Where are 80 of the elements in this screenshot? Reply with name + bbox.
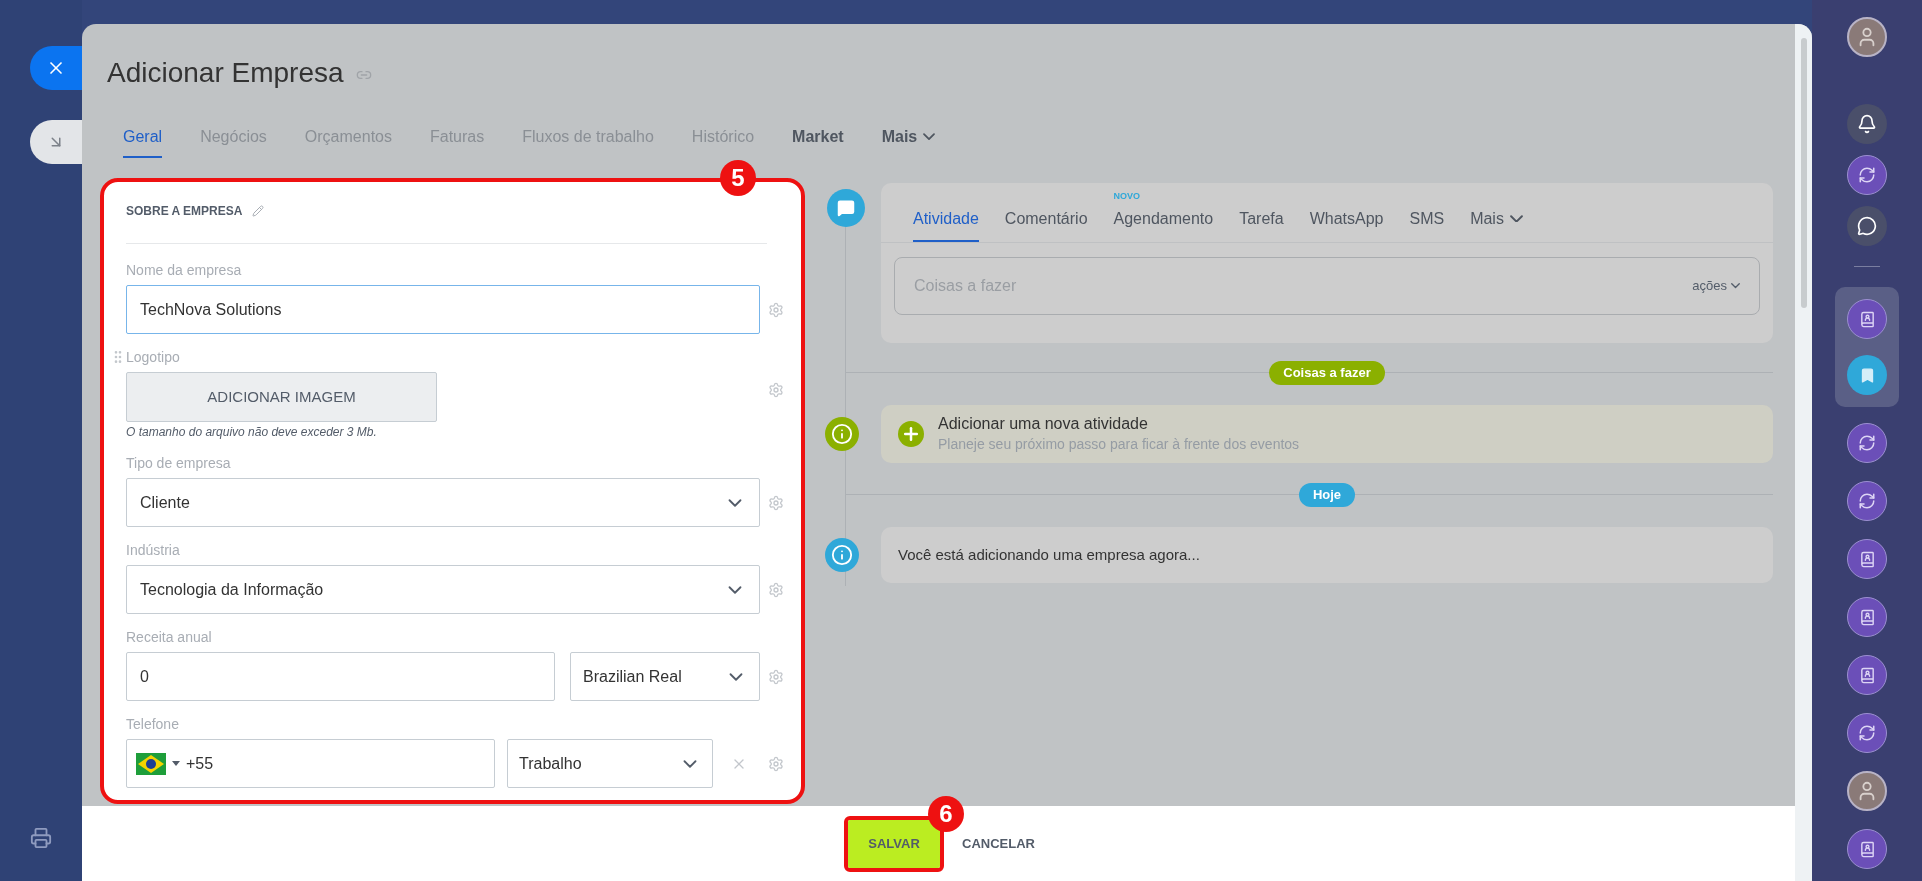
notifications-button[interactable] bbox=[1847, 104, 1887, 144]
contact-book-icon bbox=[1858, 840, 1876, 858]
save-button[interactable]: SALVAR bbox=[848, 819, 940, 868]
avatar[interactable] bbox=[1847, 17, 1887, 57]
print-icon[interactable] bbox=[30, 827, 52, 849]
bell-icon bbox=[1857, 114, 1877, 134]
select-field[interactable]: Cliente bbox=[126, 478, 760, 527]
select-value: Tecnologia da Informação bbox=[140, 579, 324, 600]
contact-book-button[interactable] bbox=[1847, 299, 1887, 339]
swirl-icon bbox=[1858, 492, 1876, 510]
field-label: Telefone bbox=[126, 715, 180, 734]
add-activity-title: Adicionar uma nova atividade bbox=[938, 414, 1149, 434]
annotation-badge: 5 bbox=[720, 160, 756, 196]
contact-book-button[interactable] bbox=[1847, 655, 1887, 695]
activity-tab[interactable]: Atividade bbox=[913, 197, 979, 242]
currency-select[interactable]: Brazilian Real bbox=[570, 652, 760, 701]
chat-bubble-icon bbox=[1857, 216, 1877, 236]
chevron-down-icon bbox=[1731, 283, 1740, 289]
swirl-icon bbox=[1858, 434, 1876, 452]
swirl-button[interactable] bbox=[1847, 423, 1887, 463]
info-icon bbox=[825, 538, 859, 572]
currency-value: Brazilian Real bbox=[583, 666, 682, 687]
actions-dropdown[interactable]: ações bbox=[1692, 276, 1740, 296]
bookmark-button[interactable] bbox=[1847, 355, 1887, 395]
swirl-icon bbox=[1858, 724, 1876, 742]
caret-icon[interactable] bbox=[172, 761, 180, 766]
activity-tab[interactable]: Mais bbox=[1470, 197, 1523, 242]
flag-icon bbox=[136, 752, 166, 775]
field-label: Tipo de empresa bbox=[126, 454, 232, 473]
chevron-down-icon bbox=[1509, 214, 1523, 223]
select-field[interactable]: Tecnologia da Informação bbox=[126, 565, 760, 614]
field-label: Indústria bbox=[126, 541, 181, 560]
activity-tab[interactable]: Tarefa bbox=[1239, 197, 1284, 242]
field-label: Receita anual bbox=[126, 628, 213, 647]
swirl-button[interactable] bbox=[1847, 155, 1887, 195]
phone-type-value: Trabalho bbox=[519, 753, 582, 774]
file-size-note: O tamanho do arquivo não deve exceder 3 Mb. bbox=[126, 424, 378, 440]
section-heading: SOBRE A EMPRESA bbox=[126, 203, 243, 220]
timeline-note-text: Você está adicionando uma empresa agora... bbox=[898, 544, 1200, 565]
info-icon bbox=[825, 417, 859, 451]
section-tab[interactable]: Geral bbox=[123, 118, 163, 158]
timeline-date-pill: Hoje bbox=[1298, 483, 1356, 507]
minimize-button[interactable] bbox=[30, 120, 82, 164]
chevron-down-icon bbox=[923, 133, 936, 141]
contact-book-button[interactable] bbox=[1847, 539, 1887, 579]
close-button[interactable] bbox=[30, 46, 82, 90]
chat-icon bbox=[827, 189, 865, 227]
new-label: NOVO bbox=[1113, 190, 1141, 203]
chat-button[interactable] bbox=[1847, 206, 1887, 246]
phone-value: +55 bbox=[186, 753, 214, 774]
contact-book-icon bbox=[1858, 550, 1876, 568]
contact-book-button[interactable] bbox=[1847, 597, 1887, 637]
timeline-date-pill: Coisas a fazer bbox=[1269, 361, 1385, 385]
add-image-button[interactable]: ADICIONAR IMAGEM bbox=[126, 372, 437, 422]
section-tab[interactable]: Market bbox=[792, 118, 844, 158]
contact-book-button[interactable] bbox=[1847, 829, 1887, 869]
contact-book-icon bbox=[1858, 666, 1876, 684]
activity-tab[interactable]: WhatsApp bbox=[1309, 197, 1384, 242]
page-title: Adicionar Empresa bbox=[107, 56, 344, 90]
activity-tab[interactable]: Comentário bbox=[1004, 197, 1088, 242]
avatar[interactable] bbox=[1847, 771, 1887, 811]
annotation-badge: 6 bbox=[928, 795, 964, 832]
scrollbar-thumb[interactable] bbox=[1800, 38, 1807, 308]
field-label: Logotipo bbox=[126, 348, 181, 367]
activity-tab[interactable]: SMS bbox=[1409, 197, 1445, 242]
phone-type-select[interactable]: Trabalho bbox=[507, 739, 713, 788]
add-activity-card[interactable]: Adicionar uma nova atividade Planeje seu próximo passo para ficar à frente dos eventos bbox=[881, 405, 1773, 463]
add-activity-subtitle: Planeje seu próximo passo para ficar à frente dos eventos bbox=[938, 435, 1300, 454]
select-value: Cliente bbox=[140, 492, 190, 513]
contact-book-icon bbox=[1858, 310, 1876, 328]
section-tab[interactable]: Mais bbox=[881, 118, 936, 158]
plus-icon bbox=[898, 421, 924, 447]
swirl-button[interactable] bbox=[1847, 481, 1887, 521]
swirl-button[interactable] bbox=[1847, 713, 1887, 753]
swirl-icon bbox=[1858, 166, 1876, 184]
phone-field[interactable]: +55 bbox=[126, 739, 495, 788]
field-label: Nome da empresa bbox=[126, 261, 243, 280]
amount-field[interactable]: 0 bbox=[126, 652, 555, 701]
contact-book-icon bbox=[1858, 608, 1876, 626]
text-field[interactable]: TechNova Solutions bbox=[126, 285, 760, 334]
